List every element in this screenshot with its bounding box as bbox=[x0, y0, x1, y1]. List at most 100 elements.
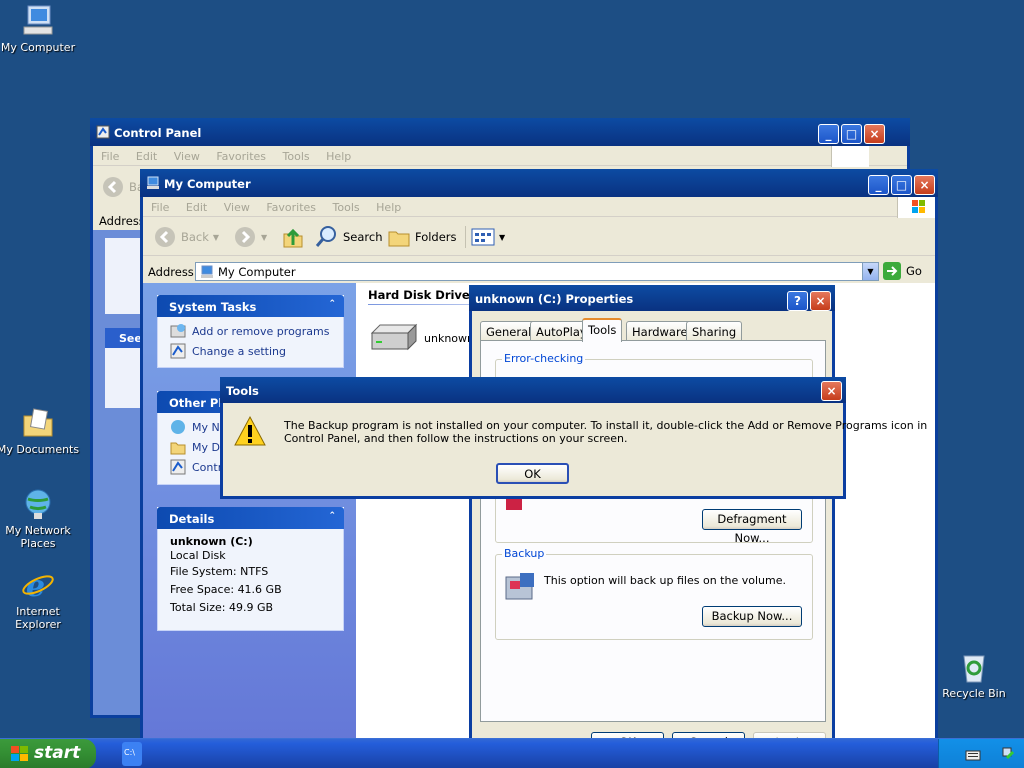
task-pane: System Tasks ⌃ Add or remove programs Cha… bbox=[143, 283, 356, 768]
folders-button[interactable]: Folders bbox=[387, 226, 457, 248]
chevron-down-icon: ▼ bbox=[499, 232, 506, 242]
search-label: Search bbox=[343, 230, 383, 244]
menu-favorites[interactable]: Favorites bbox=[216, 150, 266, 163]
menu-view[interactable]: View bbox=[224, 201, 250, 214]
folders-label: Folders bbox=[415, 230, 457, 244]
back-button[interactable]: Back ▼ bbox=[153, 226, 219, 248]
menu-tools[interactable]: Tools bbox=[283, 150, 310, 163]
search-button[interactable]: Search bbox=[315, 226, 383, 248]
task-add-remove-programs[interactable]: Add or remove programs bbox=[170, 321, 331, 341]
chevron-down-icon[interactable]: ▼ bbox=[261, 233, 267, 242]
control-panel-task-box bbox=[105, 238, 143, 314]
control-panel-titlebar[interactable]: Control Panel _ □ × bbox=[90, 118, 910, 146]
my-computer-titlebar[interactable]: My Computer _ □ × bbox=[140, 169, 938, 197]
desktop-icon-my-documents[interactable]: My Documents bbox=[0, 406, 83, 456]
tab-tools[interactable]: Tools bbox=[582, 318, 623, 342]
system-tray bbox=[938, 739, 1024, 768]
menu-view[interactable]: View bbox=[174, 150, 200, 163]
menu-file[interactable]: File bbox=[151, 201, 169, 214]
keyboard-icon[interactable] bbox=[965, 748, 981, 762]
desktop-icon-label: My Computer bbox=[0, 41, 76, 54]
computer-icon bbox=[147, 176, 159, 189]
collapse-chevron-icon[interactable]: ⌃ bbox=[328, 299, 336, 309]
my-computer-toolbar: Back ▼ ▼ Search Folders ▼ bbox=[143, 218, 935, 256]
drive-c[interactable]: unknown bbox=[368, 323, 474, 353]
warning-icon bbox=[234, 415, 266, 446]
folders-icon bbox=[388, 231, 410, 247]
dialog-title: Tools bbox=[226, 384, 259, 398]
my-computer-menubar: File Edit View Favorites Tools Help bbox=[143, 197, 935, 218]
message-line-1: The Backup program is not installed on y… bbox=[284, 419, 928, 432]
desktop-icon-internet-explorer[interactable]: e Internet Explorer bbox=[0, 568, 83, 631]
minimize-button[interactable]: _ bbox=[868, 175, 889, 195]
dialog-title: unknown (C:) Properties bbox=[475, 292, 634, 306]
desktop-icon-label: Internet Explorer bbox=[15, 605, 61, 631]
taskbar-button-label: C:\ bbox=[124, 748, 135, 757]
tools-dialog-titlebar[interactable]: Tools × bbox=[220, 377, 846, 403]
back-arrow-icon bbox=[155, 227, 175, 247]
maximize-button[interactable]: □ bbox=[891, 175, 912, 195]
task-change-setting[interactable]: Change a setting bbox=[170, 341, 331, 361]
desktop-icon-my-computer[interactable]: My Computer bbox=[0, 4, 83, 54]
menu-file[interactable]: File bbox=[101, 150, 119, 163]
go-button[interactable]: Go bbox=[883, 262, 922, 280]
windows-flag-icon bbox=[831, 146, 869, 167]
minimize-button[interactable]: _ bbox=[818, 124, 839, 144]
backup-icon bbox=[505, 573, 534, 600]
up-folder-icon bbox=[283, 228, 303, 248]
tab-sharing[interactable]: Sharing bbox=[686, 321, 743, 341]
close-button[interactable]: × bbox=[914, 175, 935, 195]
address-input[interactable]: My Computer ▼ bbox=[195, 262, 879, 281]
details-free-space: Free Space: 41.6 GB bbox=[170, 583, 282, 596]
menu-help[interactable]: Help bbox=[376, 201, 401, 214]
tab-hardware[interactable]: Hardware bbox=[626, 321, 694, 341]
taskbar-button-cmd[interactable]: C:\ bbox=[122, 742, 142, 766]
menu-edit[interactable]: Edit bbox=[136, 150, 157, 163]
address-label: Address bbox=[148, 265, 194, 279]
go-label: Go bbox=[906, 264, 922, 278]
network-tray-icon[interactable] bbox=[1001, 746, 1017, 762]
collapse-chevron-icon[interactable]: ⌃ bbox=[328, 511, 336, 521]
properties-titlebar[interactable]: unknown (C:) Properties ? × bbox=[469, 285, 835, 311]
error-checking-label: Error-checking bbox=[502, 352, 586, 365]
backup-now-button[interactable]: Backup Now... bbox=[702, 606, 802, 627]
hard-drive-icon bbox=[370, 323, 418, 351]
network-icon bbox=[20, 487, 56, 521]
close-button[interactable]: × bbox=[821, 381, 842, 401]
menu-edit[interactable]: Edit bbox=[186, 201, 207, 214]
address-bar: Address My Computer ▼ Go bbox=[143, 260, 935, 282]
section-header-hard-disk-drives: Hard Disk Drives bbox=[368, 288, 477, 302]
menu-favorites[interactable]: Favorites bbox=[266, 201, 316, 214]
window-title: Control Panel bbox=[114, 126, 202, 140]
add-remove-programs-icon bbox=[170, 324, 186, 338]
close-button[interactable]: × bbox=[810, 291, 831, 311]
internet-explorer-icon: e bbox=[20, 568, 56, 604]
chevron-down-icon[interactable]: ▼ bbox=[213, 233, 219, 242]
tools-message-dialog: Tools × The Backup program is not instal… bbox=[220, 377, 927, 499]
back-button[interactable]: Ba bbox=[101, 176, 144, 198]
views-button[interactable]: ▼ bbox=[465, 226, 505, 248]
desktop-icon-label: Recycle Bin bbox=[942, 687, 1006, 700]
details-header[interactable]: Details ⌃ bbox=[157, 507, 344, 529]
start-button[interactable]: start bbox=[0, 739, 96, 768]
desktop-icon-recycle-bin[interactable]: Recycle Bin bbox=[929, 650, 1019, 700]
help-button[interactable]: ? bbox=[787, 291, 808, 311]
desktop-icon-my-network-places[interactable]: My Network Places bbox=[0, 487, 83, 550]
maximize-button[interactable]: □ bbox=[841, 124, 862, 144]
defragment-now-button[interactable]: Defragment Now... bbox=[702, 509, 802, 545]
desktop-icon-label: My Documents bbox=[0, 443, 80, 456]
menu-help[interactable]: Help bbox=[326, 150, 351, 163]
address-dropdown-button[interactable]: ▼ bbox=[862, 262, 879, 281]
control-panel-see-box: See bbox=[105, 328, 143, 408]
start-label: start bbox=[34, 743, 81, 763]
menu-tools[interactable]: Tools bbox=[333, 201, 360, 214]
control-panel-icon bbox=[96, 125, 110, 139]
up-folder-button[interactable] bbox=[281, 226, 305, 248]
windows-flag-icon bbox=[11, 746, 28, 761]
system-tasks-header[interactable]: System Tasks ⌃ bbox=[157, 295, 344, 317]
ok-button[interactable]: OK bbox=[496, 463, 569, 484]
close-button[interactable]: × bbox=[864, 124, 885, 144]
details-box: Details ⌃ unknown (C:) Local Disk File Sy… bbox=[157, 507, 344, 631]
forward-button[interactable]: ▼ bbox=[233, 226, 267, 248]
tab-general[interactable]: General bbox=[480, 321, 538, 341]
